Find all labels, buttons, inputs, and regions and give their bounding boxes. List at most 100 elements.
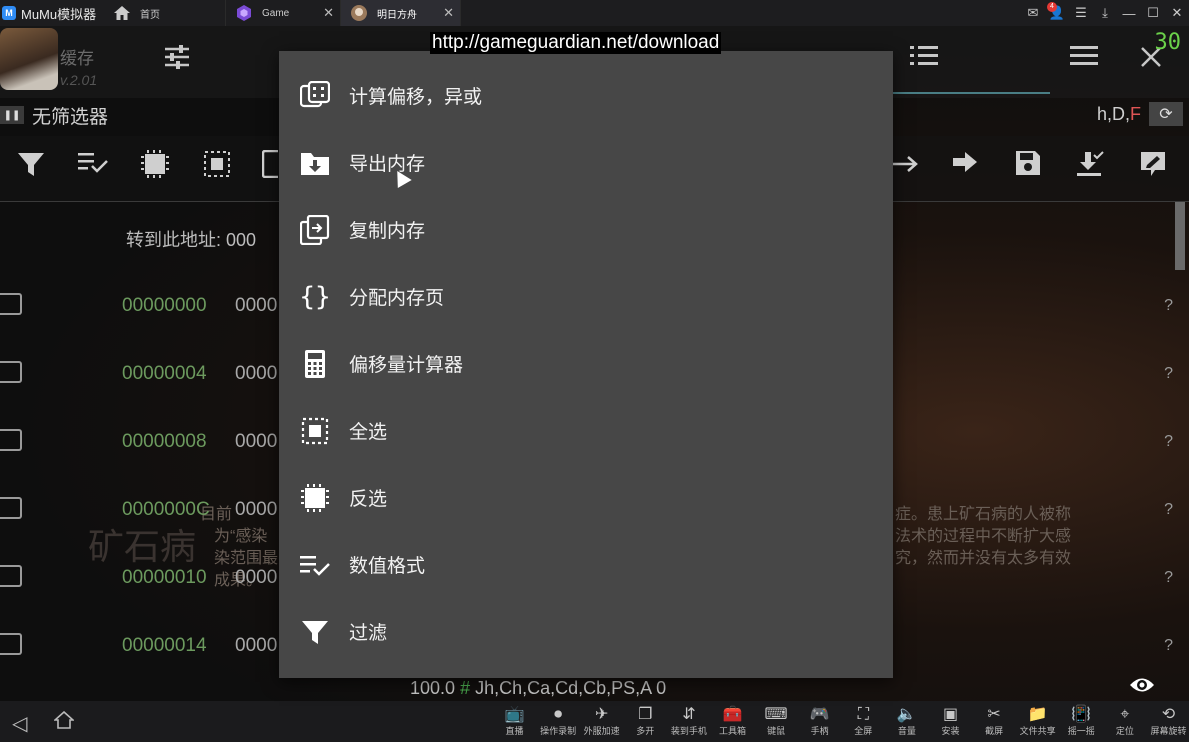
toolbar-label: 定位 — [1115, 726, 1134, 736]
toolbar-toolbox-button[interactable]: 🧰 工具箱 — [711, 705, 754, 737]
gamepad-icon: 🎮 — [809, 706, 830, 723]
close-icon[interactable]: ✕ — [323, 5, 334, 21]
row-address: 00000004 — [122, 363, 207, 384]
row-value: 0000 — [235, 295, 278, 316]
toolbar-file-share-button[interactable]: 📁 文件共享 — [1016, 705, 1059, 737]
select-all-icon[interactable] — [200, 150, 234, 185]
tab-label: 明日方舟 — [377, 9, 417, 21]
live-icon: 📺 — [504, 706, 525, 723]
toolbar-label: 截屏 — [985, 726, 1004, 736]
toolbar-record-button[interactable]: ⏺ 操作录制 — [537, 705, 580, 737]
menu-item-allocate-page[interactable]: {} 分配内存页 — [279, 263, 893, 330]
goto-arrow-icon[interactable] — [888, 150, 922, 181]
eye-icon[interactable] — [1129, 674, 1155, 700]
notification-badge: 4 — [1047, 2, 1057, 12]
row-address: 00000010 — [122, 567, 207, 588]
row-checkbox[interactable] — [0, 429, 22, 451]
invert-selection-icon[interactable] — [138, 150, 172, 185]
toolbar-apk-install-button[interactable]: ▣ 安装 — [929, 705, 972, 737]
menu-item-label: 全选 — [349, 422, 388, 443]
minimize-to-tray-icon[interactable]: ⤓ — [1093, 5, 1117, 21]
menu-item-value-format[interactable]: 数值格式 — [279, 531, 893, 598]
status-types: Jh,Ch,Ca,Cd,Cb,PS,A 0 — [475, 678, 667, 698]
menu-item-invert-selection[interactable]: 反选 — [279, 464, 893, 531]
toolbar-multi-instance-button[interactable]: ❐ 多开 — [624, 705, 667, 737]
toolbar-live-button[interactable]: 📺 直播 — [493, 705, 536, 737]
tab-arknights[interactable]: 明日方舟 ✕ — [341, 0, 461, 26]
back-icon[interactable]: ◁ — [12, 711, 27, 736]
value-format-icon[interactable] — [76, 150, 110, 181]
menu-item-calc-offset[interactable]: 计算偏移，异或 — [279, 62, 893, 129]
status-value: 100.0 — [410, 678, 456, 698]
toolbar-volume-button[interactable]: 🔈 音量 — [885, 705, 928, 737]
menu-item-copy-memory[interactable]: 复制内存 — [279, 196, 893, 263]
row-checkbox[interactable] — [0, 293, 22, 315]
toolbar-label: 外服加速 — [583, 726, 620, 736]
maximize-icon[interactable]: ☐ — [1141, 5, 1165, 21]
goto-label-text: 转到此地址: — [126, 230, 222, 250]
arknights-app-icon — [351, 5, 367, 21]
goto-address-label[interactable]: 转到此地址: 000 — [126, 226, 256, 252]
menu-item-filter[interactable]: 过滤 — [279, 598, 893, 665]
calculator-icon[interactable] — [262, 150, 278, 185]
row-unknown-mark: ? — [1164, 433, 1173, 450]
app-brand: M MuMu模拟器 — [0, 0, 104, 26]
list-icon[interactable] — [910, 44, 938, 75]
scrollbar[interactable] — [1175, 202, 1185, 270]
pause-button[interactable]: ❚❚ — [0, 106, 24, 124]
search-progress-line — [880, 92, 1050, 94]
forward-arrow-icon[interactable] — [948, 150, 982, 181]
fullscreen-icon: ⛶ — [857, 706, 869, 723]
edit-all-icon[interactable] — [1136, 150, 1170, 185]
row-value: 0000 — [235, 567, 278, 588]
toolbar-shake-button[interactable]: 📳 摇一摇 — [1060, 705, 1103, 737]
avatar[interactable] — [0, 28, 58, 90]
emulator-bottom-bar: ◁ 📺 直播 ⏺ 操作录制 ✈ 外服加速 ❐ 多开 ⇵ 装到手机 🧰 工具箱 ⌨ 键鼠 🎮 手柄 ⛶ 全屏 🔈 音量 ▣… — [0, 701, 1189, 742]
filter-icon[interactable] — [14, 150, 48, 185]
menu-item-export-memory[interactable]: 导出内存 — [279, 129, 893, 196]
tab-home[interactable]: 首页 — [104, 0, 226, 26]
toolbar-label: 手柄 — [810, 726, 829, 736]
mumu-logo-icon: M — [2, 6, 16, 20]
close-icon[interactable]: ✕ — [443, 5, 454, 21]
filter-icon — [300, 617, 330, 647]
row-value: 0000 — [235, 431, 278, 452]
settings-sliders-icon[interactable] — [163, 44, 191, 77]
value-types[interactable]: h,D,F — [1097, 104, 1141, 125]
toolbar-gamepad-button[interactable]: 🎮 手柄 — [798, 705, 841, 737]
toolbar-keyboard-button[interactable]: ⌨ 键鼠 — [755, 705, 798, 737]
menu-icon[interactable]: ☰ — [1069, 5, 1093, 21]
menu-item-select-all[interactable]: 全选 — [279, 397, 893, 464]
row-address: 0000000C — [122, 499, 210, 520]
hamburger-menu-icon[interactable] — [1070, 44, 1098, 73]
save-icon[interactable] — [1011, 150, 1045, 183]
toolbar-rotate-button[interactable]: ⟲ 屏幕旋转 — [1147, 705, 1189, 737]
close-window-icon[interactable]: ✕ — [1165, 5, 1189, 21]
type-flags: h,D, — [1096, 104, 1130, 124]
toolbar-install-phone-button[interactable]: ⇵ 装到手机 — [667, 705, 710, 737]
row-address: 00000008 — [122, 431, 207, 452]
minimize-icon[interactable]: — — [1117, 6, 1141, 21]
filter-status[interactable]: 无筛选器 — [32, 102, 108, 129]
export-memory-icon — [300, 148, 330, 178]
row-checkbox[interactable] — [0, 497, 22, 519]
message-icon[interactable]: ✉ — [1021, 5, 1045, 21]
row-checkbox[interactable] — [0, 361, 22, 383]
toolbar-location-button[interactable]: ⌖ 定位 — [1103, 705, 1146, 737]
url-overlay: http://gameguardian.net/download — [430, 32, 722, 54]
game-app-icon — [236, 5, 252, 21]
toolbar-accelerate-button[interactable]: ✈ 外服加速 — [580, 705, 623, 737]
row-checkbox[interactable] — [0, 565, 22, 587]
refresh-button[interactable]: ⟳ — [1149, 102, 1183, 126]
toolbar-screenshot-button[interactable]: ✂ 截屏 — [973, 705, 1016, 737]
menu-item-label: 导出内存 — [349, 154, 426, 175]
row-checkbox[interactable] — [0, 633, 22, 655]
download-check-icon[interactable] — [1073, 150, 1107, 185]
toolbar-label: 文件共享 — [1019, 726, 1056, 736]
toolbar-fullscreen-button[interactable]: ⛶ 全屏 — [842, 705, 885, 737]
home-icon[interactable] — [52, 710, 76, 735]
menu-item-offset-calculator[interactable]: 偏移量计算器 — [279, 330, 893, 397]
goto-address-value: 000 — [226, 230, 257, 250]
row-address: 00000014 — [122, 635, 207, 656]
tab-game[interactable]: Game ✕ — [226, 0, 341, 26]
